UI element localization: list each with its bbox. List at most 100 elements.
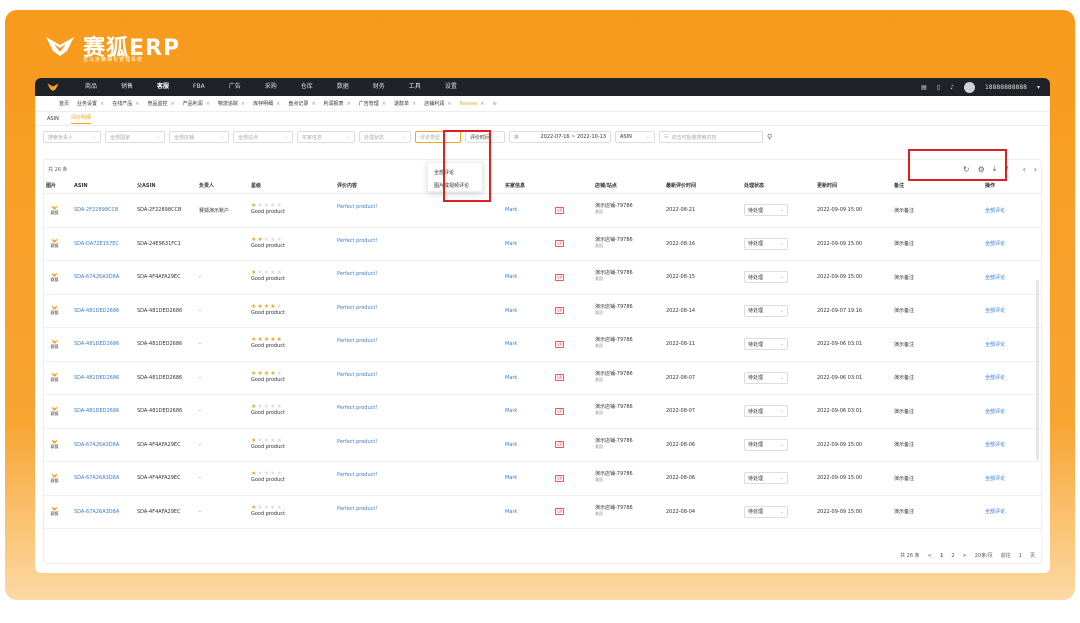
asin-link[interactable]: SDA-67A26A3D8A xyxy=(74,475,119,481)
next-arrow-icon[interactable]: › xyxy=(1034,165,1037,174)
close-icon[interactable]: × xyxy=(311,101,315,107)
review-content[interactable]: Perfect product! xyxy=(337,271,377,277)
goto-input[interactable]: 1 xyxy=(1019,553,1022,559)
close-icon[interactable]: × xyxy=(135,101,139,107)
product-image[interactable]: 赛狐 xyxy=(50,439,59,450)
pager-page-1[interactable]: 1 xyxy=(940,553,943,559)
page-tab[interactable]: 业务设置 × xyxy=(73,100,108,108)
user-name[interactable]: 18888888888 xyxy=(985,84,1027,91)
asin-link[interactable]: SDA-481DED2686 xyxy=(74,408,119,414)
nav-item[interactable]: FBA xyxy=(181,78,217,96)
buyer-link[interactable]: Mark xyxy=(505,241,517,247)
mobile-icon[interactable]: ▯ xyxy=(937,84,940,91)
nav-item[interactable]: 采购 xyxy=(253,78,289,96)
product-image[interactable]: 赛狐 xyxy=(50,406,59,417)
page-tab[interactable]: 在线产品 × xyxy=(108,100,143,108)
close-icon[interactable]: × xyxy=(347,101,351,107)
site-filter[interactable]: 全部站点 ⌄ xyxy=(233,131,293,143)
all-reviews-link[interactable]: 全部评论 xyxy=(985,240,1005,247)
page-tab[interactable]: 利润报表 × xyxy=(320,100,355,108)
nav-item[interactable]: 销售 xyxy=(109,78,145,96)
page-tab[interactable]: 盘点记录 × xyxy=(284,100,319,108)
close-icon[interactable]: × xyxy=(170,101,174,107)
buyer-link[interactable]: Mark xyxy=(505,442,517,448)
page-tab[interactable]: 广告管理 × xyxy=(355,100,390,108)
pager-page-2[interactable]: 2 xyxy=(951,553,954,559)
review-content[interactable]: Perfect product! xyxy=(337,238,377,244)
review-content[interactable]: Perfect product! xyxy=(337,372,377,378)
calendar-icon[interactable]: ▤ xyxy=(921,84,927,91)
product-image[interactable]: 赛狐 xyxy=(50,205,59,216)
all-reviews-link[interactable]: 全部评论 xyxy=(985,508,1005,515)
product-image[interactable]: 赛狐 xyxy=(50,305,59,316)
subtab-review-detail[interactable]: 评价明细 xyxy=(70,114,91,124)
all-reviews-link[interactable]: 全部评论 xyxy=(985,341,1005,348)
all-reviews-link[interactable]: 全部评论 xyxy=(985,408,1005,415)
asin-link[interactable]: SDA-67A26A3D8A xyxy=(74,274,119,280)
review-content[interactable]: Perfect product! xyxy=(337,439,377,445)
product-image[interactable]: 赛狐 xyxy=(50,473,59,484)
owner-filter[interactable]: 搜索负责人 ⌄ xyxy=(43,131,101,143)
page-tab[interactable]: 首页 xyxy=(55,100,73,107)
all-reviews-link[interactable]: 全部评论 xyxy=(985,475,1005,482)
status-select[interactable]: 待处理 ⌄ xyxy=(744,237,788,250)
product-image[interactable]: 赛狐 xyxy=(50,506,59,517)
all-reviews-link[interactable]: 全部评论 xyxy=(985,374,1005,381)
page-tab[interactable]: 库存明细 × xyxy=(249,100,284,108)
nav-item[interactable]: 数据 xyxy=(325,78,361,96)
close-icon[interactable]: × xyxy=(382,101,386,107)
status-select[interactable]: 待处理 ⌄ xyxy=(744,304,788,317)
buyer-link[interactable]: Mark xyxy=(505,475,517,481)
asin-link[interactable]: SDA-481DED2686 xyxy=(74,308,119,314)
status-filter[interactable]: 处理状态 ⌄ xyxy=(359,131,411,143)
page-tab[interactable]: 竞品监控 × xyxy=(143,100,178,108)
refresh-tabs-icon[interactable]: ⊕ xyxy=(492,101,496,107)
nav-item[interactable]: 广告 xyxy=(217,78,253,96)
nav-item[interactable]: 仓库 xyxy=(289,78,325,96)
review-content[interactable]: Perfect product! xyxy=(337,204,377,210)
review-content[interactable]: Perfect product! xyxy=(337,305,377,311)
buyer-link[interactable]: Mark xyxy=(505,341,517,347)
asin-link[interactable]: SDA-2F22898CCB xyxy=(74,207,118,213)
nav-item[interactable]: 客服 xyxy=(145,78,181,96)
status-select[interactable]: 待处理 ⌄ xyxy=(744,338,788,351)
asin-link[interactable]: SDA-67A26A3D8A xyxy=(74,509,119,515)
buyer-link[interactable]: Mark xyxy=(505,274,517,280)
close-icon[interactable]: × xyxy=(447,101,451,107)
all-reviews-link[interactable]: 全部评论 xyxy=(985,207,1005,214)
pager-prev[interactable]: < xyxy=(928,553,932,559)
buyer-link[interactable]: Mark xyxy=(505,509,517,515)
close-icon[interactable]: × xyxy=(480,101,484,107)
page-tab[interactable]: 退款单 × xyxy=(390,100,420,108)
review-content[interactable]: Perfect product! xyxy=(337,338,377,344)
close-icon[interactable]: × xyxy=(412,101,416,107)
page-tab[interactable]: 产品利润 × xyxy=(179,100,214,108)
product-image[interactable]: 赛狐 xyxy=(50,272,59,283)
close-icon[interactable]: × xyxy=(100,101,104,107)
page-tab[interactable]: 物流追踪 × xyxy=(214,100,249,108)
page-tab[interactable]: Review × xyxy=(455,101,488,107)
status-select[interactable]: 待处理 ⌄ xyxy=(744,438,788,451)
buyer-link[interactable]: Mark xyxy=(505,308,517,314)
search-icon[interactable]: ⚲ xyxy=(767,133,772,141)
product-image[interactable]: 赛狐 xyxy=(50,372,59,383)
subtab-asin[interactable]: ASIN xyxy=(47,116,59,122)
buyer-link[interactable]: Mark xyxy=(505,207,517,213)
buyer-link[interactable]: Mark xyxy=(505,408,517,414)
chevron-down-icon[interactable]: ▾ xyxy=(1037,84,1040,91)
asin-link[interactable]: SDA-481DED2686 xyxy=(74,341,119,347)
bell-icon[interactable]: ♪ xyxy=(950,84,954,91)
nav-item[interactable]: 商品 xyxy=(73,78,109,96)
page-size-select[interactable]: 20条/页 xyxy=(975,552,993,559)
date-range-picker[interactable]: ▦ 2022-07-16 ~ 2022-10-13 xyxy=(509,131,611,143)
buyer-link[interactable]: Mark xyxy=(505,375,517,381)
prev-arrow-icon[interactable]: ‹ xyxy=(1023,165,1026,174)
asin-link[interactable]: SDA-DA72E157EC xyxy=(74,241,119,247)
product-image[interactable]: 赛狐 xyxy=(50,339,59,350)
buyer-filter[interactable]: 买家信息 ⌄ xyxy=(297,131,355,143)
review-content[interactable]: Perfect product! xyxy=(337,506,377,512)
close-icon[interactable]: × xyxy=(241,101,245,107)
avatar[interactable] xyxy=(963,81,975,93)
status-select[interactable]: 待处理 ⌄ xyxy=(744,271,788,284)
status-select[interactable]: 待处理 ⌄ xyxy=(744,505,788,518)
